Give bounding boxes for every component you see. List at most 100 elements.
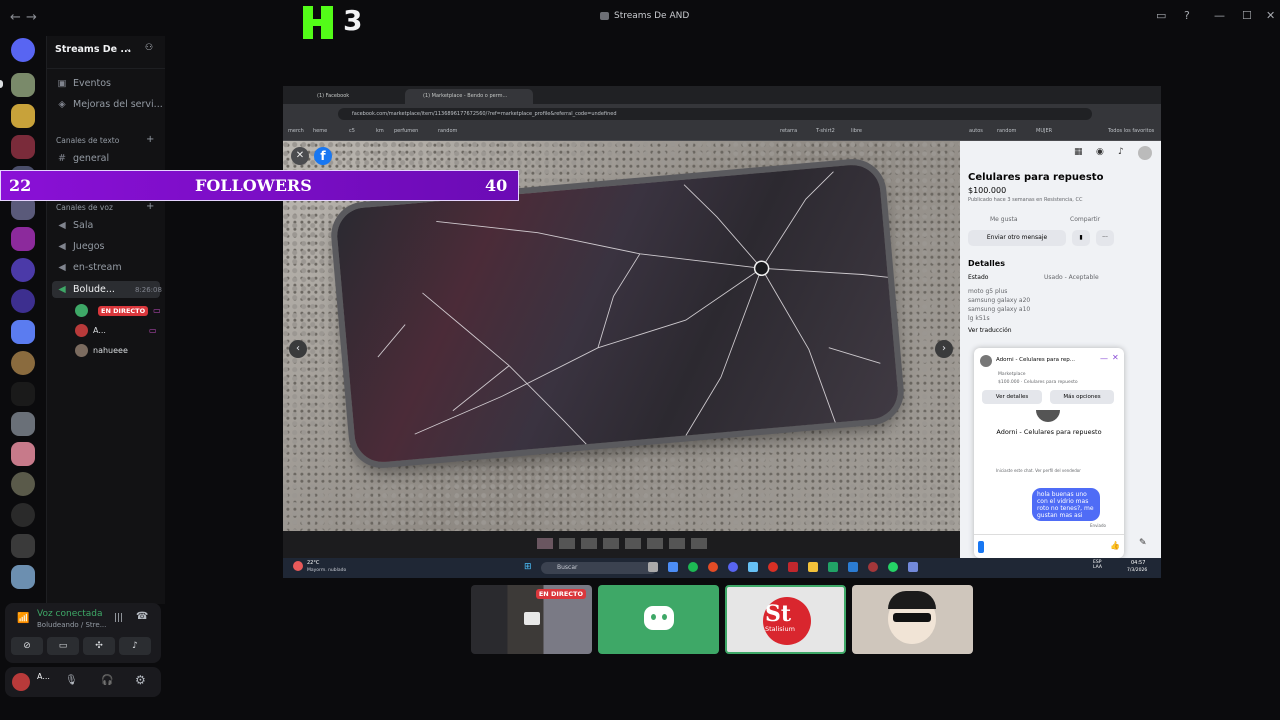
server-icon[interactable] <box>11 503 35 527</box>
add-icon[interactable] <box>978 541 984 553</box>
spotify-icon[interactable] <box>688 562 698 572</box>
add-channel-icon[interactable]: + <box>146 134 154 145</box>
camera-off-button[interactable]: ⊘ <box>11 637 43 655</box>
new-message-icon[interactable]: ✎ <box>1139 538 1147 548</box>
bookmark[interactable]: random <box>997 128 1016 134</box>
chat-header[interactable]: Adorni - Celulares para rep... <box>996 357 1075 363</box>
messenger-icon[interactable]: ◉ <box>1096 147 1104 157</box>
server-icon[interactable] <box>11 351 35 375</box>
bookmark[interactable]: random <box>438 128 457 134</box>
chevron-down-icon[interactable]: ⌄ <box>125 44 132 53</box>
activities-button[interactable]: ✣ <box>83 637 115 655</box>
stream-view[interactable]: (1) Facebook (1) Marketplace - Bendo o p… <box>283 86 1161 578</box>
server-name[interactable]: Streams De ... <box>55 44 131 55</box>
server-icon[interactable] <box>11 135 35 159</box>
thumbnail[interactable] <box>603 538 619 549</box>
app-icon[interactable] <box>788 562 798 572</box>
maximize-button[interactable]: ☐ <box>1242 9 1252 22</box>
voice-user[interactable]: A... ▭ <box>75 324 157 337</box>
voice-user[interactable]: EN DIRECTO ▭ <box>75 304 161 317</box>
voice-channel-name[interactable]: Boludeando / Stre... <box>37 621 106 629</box>
thumbnail[interactable] <box>647 538 663 549</box>
clock-time[interactable]: 04:57 <box>1131 560 1145 566</box>
translate-link[interactable]: Ver traducción <box>968 327 1012 334</box>
inbox-icon[interactable]: ▭ <box>1156 9 1166 22</box>
more-icon[interactable]: ··· <box>1096 230 1114 246</box>
server-icon[interactable] <box>11 382 35 406</box>
app-icon[interactable] <box>868 562 878 572</box>
gear-icon[interactable]: ⚙ <box>135 673 146 687</box>
url-field[interactable]: facebook.com/marketplace/item/1136896177… <box>338 108 1092 120</box>
thumbnail[interactable] <box>669 538 685 549</box>
boosts-item[interactable]: ◈ Mejoras del servi... <box>57 99 162 110</box>
noise-suppression-icon[interactable]: ||| <box>114 613 123 623</box>
thumbnail[interactable] <box>691 538 707 549</box>
chrome-icon[interactable] <box>708 562 718 572</box>
avatar-tile[interactable]: St Stalisium <box>725 585 846 654</box>
facebook-logo-icon[interactable]: f <box>314 147 332 165</box>
profile-avatar[interactable] <box>1138 146 1152 160</box>
voice-category[interactable]: Canales de voz <box>56 203 113 212</box>
send-message-button[interactable]: Enviar otro mensaje <box>968 230 1066 246</box>
bookmark[interactable]: Todos los favoritos <box>1108 128 1154 134</box>
bookmark[interactable]: c5 <box>349 128 355 134</box>
channel-juegos[interactable]: ◀ Juegos <box>57 241 104 252</box>
language-indicator[interactable]: ESP LAA <box>1093 560 1102 570</box>
minimize-button[interactable]: — <box>1214 9 1225 22</box>
channel-general[interactable]: # general <box>57 153 109 164</box>
like-button[interactable]: Me gusta <box>990 216 1018 223</box>
bell-icon[interactable]: ♪ <box>1118 147 1124 157</box>
server-icon[interactable] <box>11 289 35 313</box>
username[interactable]: A... <box>37 672 50 681</box>
bookmark[interactable]: MUJER <box>1036 128 1052 134</box>
next-photo-icon[interactable]: › <box>935 340 953 358</box>
chat-composer[interactable]: 👍 <box>974 534 1124 559</box>
microphone-icon[interactable]: 🎙 <box>65 675 78 686</box>
taskview-icon[interactable] <box>648 562 658 572</box>
folder-icon[interactable] <box>808 562 818 572</box>
close-button[interactable]: ✕ <box>1266 9 1275 22</box>
server-icon[interactable] <box>11 320 35 344</box>
server-icon[interactable] <box>11 442 35 466</box>
bookmark[interactable]: autos <box>969 128 983 134</box>
share-button[interactable]: Compartir <box>1070 216 1100 223</box>
server-icon[interactable] <box>11 258 35 282</box>
thumbnail[interactable] <box>559 538 575 549</box>
channel-boludeando[interactable]: ◀ Bolude... 8:26:08 <box>57 284 162 295</box>
app-icon[interactable] <box>668 562 678 572</box>
soundboard-button[interactable]: ♪ <box>119 637 151 655</box>
voice-tile[interactable] <box>598 585 719 654</box>
bookmark[interactable]: T-shirt2 <box>816 128 835 134</box>
clock-date[interactable]: 7/3/2026 <box>1127 568 1147 573</box>
voice-user[interactable]: nahueee <box>75 344 128 357</box>
tab-facebook[interactable]: (1) Facebook <box>299 89 417 104</box>
avatar[interactable] <box>12 673 30 691</box>
whatsapp-icon[interactable] <box>888 562 898 572</box>
channel-en-stream[interactable]: ◀ en-stream <box>57 262 121 273</box>
bookmark[interactable]: km <box>376 128 384 134</box>
server-icon[interactable] <box>11 472 35 496</box>
tab-marketplace[interactable]: (1) Marketplace - Bendo o perm... <box>405 89 533 104</box>
bookmark[interactable]: libre <box>851 128 862 134</box>
details-button[interactable]: Ver detalles <box>982 390 1042 404</box>
screen-share-button[interactable]: ▭ <box>47 637 79 655</box>
bookmark[interactable]: heme <box>313 128 327 134</box>
menu-grid-icon[interactable]: ▦ <box>1074 147 1083 157</box>
discord-taskbar-icon[interactable] <box>728 562 738 572</box>
steam-icon[interactable] <box>748 562 758 572</box>
server-icon[interactable] <box>11 104 35 128</box>
back-button[interactable]: ← <box>10 10 21 25</box>
server-icon[interactable] <box>11 412 35 436</box>
discord-home-icon[interactable] <box>11 38 35 62</box>
app-icon[interactable] <box>908 562 918 572</box>
minimize-chat-icon[interactable]: — <box>1100 354 1108 363</box>
server-icon[interactable] <box>11 534 35 558</box>
taskbar-search[interactable]: Buscar <box>541 562 657 574</box>
server-icon[interactable] <box>11 73 35 97</box>
thumbnail[interactable] <box>537 538 553 549</box>
like-icon[interactable]: 👍 <box>1110 541 1120 550</box>
server-icon[interactable] <box>11 565 35 589</box>
events-item[interactable]: ▣ Eventos <box>57 78 111 89</box>
weather-temp[interactable]: 22°C <box>307 560 319 566</box>
text-category[interactable]: Canales de texto <box>56 136 119 145</box>
